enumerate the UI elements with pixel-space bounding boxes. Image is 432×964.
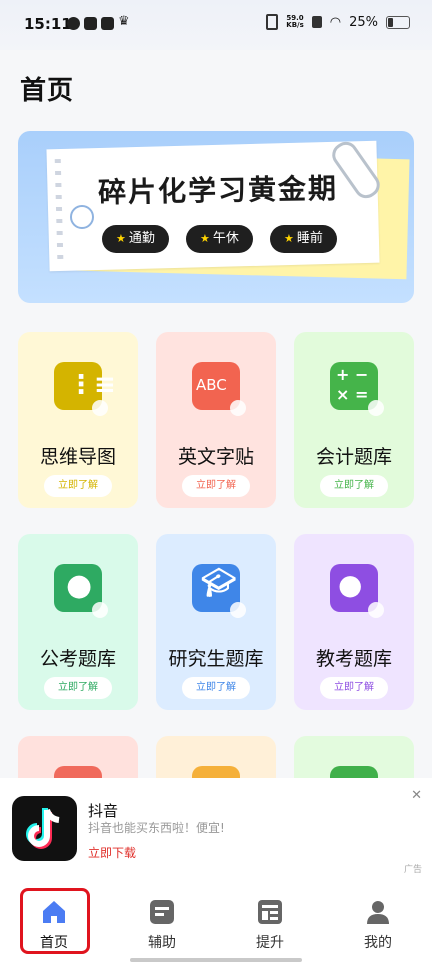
star-icon: ★: [116, 232, 126, 245]
notification-icon: [84, 17, 97, 30]
banner-tag: ★ 午休: [186, 225, 253, 253]
ad-banner[interactable]: 抖音 抖音也能买东西啦！便宜! 立即下载 ✕ 广告: [0, 778, 432, 878]
card-civil-service[interactable]: ● 公考题库 立即了解: [18, 534, 138, 710]
card-title: 研究生题库: [168, 648, 264, 670]
tab-label: 辅助: [148, 935, 176, 951]
abc-icon-text: ABC: [196, 376, 227, 394]
promo-banner[interactable]: 碎片化学习黄金期 ★ 通勤 ★ 午休 ★ 睡前: [18, 131, 414, 303]
net-speed: 59.0 KB/s: [286, 15, 303, 29]
douyin-logo-icon: [12, 796, 77, 861]
crown-icon: ♛: [118, 14, 130, 29]
calculator-icon: + − × =: [330, 362, 384, 416]
star-icon: ★: [200, 232, 210, 245]
card-title: 教考题库: [315, 648, 392, 670]
tab-label: 我的: [364, 935, 392, 951]
card-postgraduate[interactable]: 🎓︎ 研究生题库 立即了解: [156, 534, 276, 710]
banner-title: 碎片化学习黄金期: [97, 171, 339, 210]
profile-icon: [367, 901, 389, 924]
vibrate-icon: [266, 14, 279, 30]
notification-icon: [67, 17, 80, 30]
ad-tag: 广告: [403, 865, 422, 875]
banner-tag-label: 睡前: [296, 231, 323, 246]
card-accounting[interactable]: + − × = 会计题库 立即了解: [294, 332, 414, 508]
battery-percent: 25%: [349, 14, 378, 30]
learn-more-button[interactable]: 立即了解: [44, 475, 112, 497]
card-title: 英文字贴: [177, 446, 254, 468]
status-time: 15:11: [24, 15, 72, 33]
tab-improve[interactable]: 提升: [216, 878, 324, 964]
ad-download-link[interactable]: 立即下载: [88, 844, 136, 861]
card-title: 会计题库: [315, 446, 392, 468]
card-title: 公考题库: [39, 648, 116, 670]
net-speed-unit: KB/s: [286, 21, 304, 29]
status-right: 59.0 KB/s ◠ 25%: [266, 14, 410, 30]
banner-tag-label: 通勤: [128, 231, 155, 246]
learn-more-button[interactable]: 立即了解: [320, 677, 388, 699]
learn-more-button[interactable]: 立即了解: [320, 475, 388, 497]
civil-servant-icon: ●: [54, 564, 108, 618]
learn-more-button[interactable]: 立即了解: [44, 677, 112, 699]
abc-copybook-icon: ABC: [192, 362, 246, 416]
assist-icon: [150, 900, 174, 924]
banner-tag: ★ 通勤: [102, 225, 169, 253]
tab-assist[interactable]: 辅助: [108, 878, 216, 964]
tab-profile[interactable]: 我的: [324, 878, 432, 964]
sim-icon: [311, 16, 322, 28]
star-icon: ★: [284, 232, 294, 245]
notification-icon: [101, 17, 114, 30]
banner-tag: ★ 睡前: [270, 225, 337, 253]
learn-more-button[interactable]: 立即了解: [182, 677, 250, 699]
highlight-box: [20, 888, 90, 954]
learn-more-button[interactable]: 立即了解: [182, 475, 250, 497]
home-indicator: [130, 958, 302, 962]
lightbulb-icon: [70, 205, 94, 229]
ad-description: 抖音也能买东西啦！便宜!: [88, 821, 225, 835]
banner-tag-label: 午休: [212, 231, 239, 246]
page-title: 首页: [20, 76, 75, 106]
status-bar: 15:11 ♛ 59.0 KB/s ◠ 25%: [0, 0, 432, 50]
tab-label: 提升: [256, 935, 284, 951]
mind-map-icon: ⋮≡: [54, 362, 116, 416]
ad-app-name: 抖音: [88, 802, 119, 820]
card-title: 思维导图: [39, 446, 116, 468]
close-icon[interactable]: ✕: [411, 788, 422, 803]
wifi-icon: ◠: [329, 14, 342, 30]
improve-icon: [258, 900, 282, 924]
card-mind-map[interactable]: ⋮≡ 思维导图 立即了解: [18, 332, 138, 508]
card-english-copybook[interactable]: ABC 英文字贴 立即了解: [156, 332, 276, 508]
graduate-cap-icon: 🎓︎: [192, 564, 246, 618]
card-teacher-exam[interactable]: ● 教考题库 立即了解: [294, 534, 414, 710]
battery-icon: [386, 15, 410, 29]
teacher-icon: ●: [330, 564, 384, 618]
